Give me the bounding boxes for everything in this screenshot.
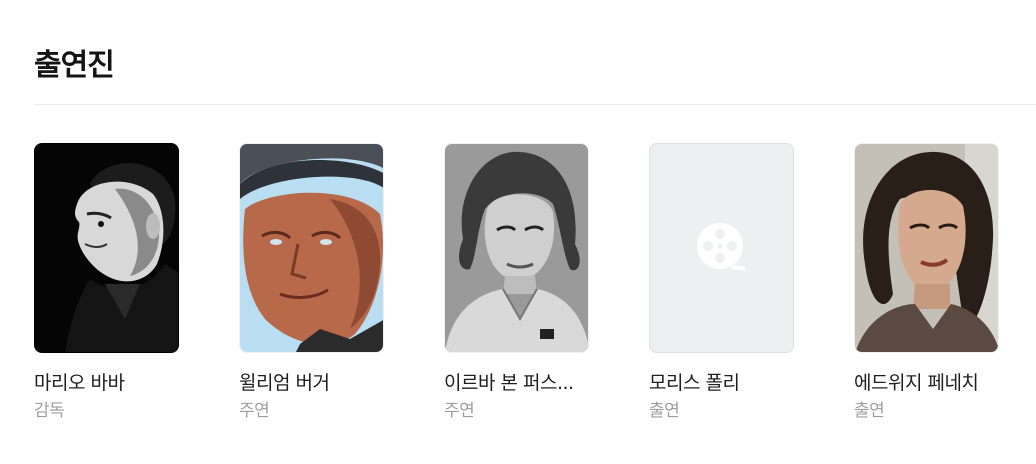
cast-name[interactable]: 모리스 폴리 [649, 370, 794, 396]
cast-photo[interactable] [239, 143, 384, 353]
cast-role: 출연 [649, 401, 680, 421]
cast-name[interactable]: 윌리엄 버거 [239, 370, 384, 396]
cast-role: 감독 [34, 401, 65, 421]
cast-list: 마리오 바바 감독 윌리엄 버거 주연 이르바 본 퍼스... 주연 모리스 폴… [34, 143, 999, 423]
cast-photo[interactable] [854, 143, 999, 353]
cast-photo[interactable] [34, 143, 179, 353]
cast-name[interactable]: 에드위지 페네치 [854, 370, 999, 396]
cast-name[interactable]: 마리오 바바 [34, 370, 179, 396]
cast-card[interactable]: 에드위지 페네치 출연 [854, 143, 999, 423]
cast-section: 출연진 마리오 바바 감독 윌리엄 버거 주연 이르바 본 퍼스... 주연 모… [0, 0, 1036, 464]
cast-card[interactable]: 마리오 바바 감독 [34, 143, 179, 423]
cast-role: 주연 [239, 401, 270, 421]
section-title: 출연진 [34, 48, 115, 83]
cast-role: 출연 [854, 401, 885, 421]
cast-photo[interactable] [444, 143, 589, 353]
cast-role: 주연 [444, 401, 475, 421]
cast-card[interactable]: 모리스 폴리 출연 [649, 143, 794, 423]
cast-card[interactable]: 이르바 본 퍼스... 주연 [444, 143, 589, 423]
cast-card[interactable]: 윌리엄 버거 주연 [239, 143, 384, 423]
cast-name[interactable]: 이르바 본 퍼스... [444, 370, 589, 396]
cast-photo-placeholder[interactable] [649, 143, 794, 353]
film-reel-icon [695, 221, 749, 275]
divider [34, 104, 1036, 105]
